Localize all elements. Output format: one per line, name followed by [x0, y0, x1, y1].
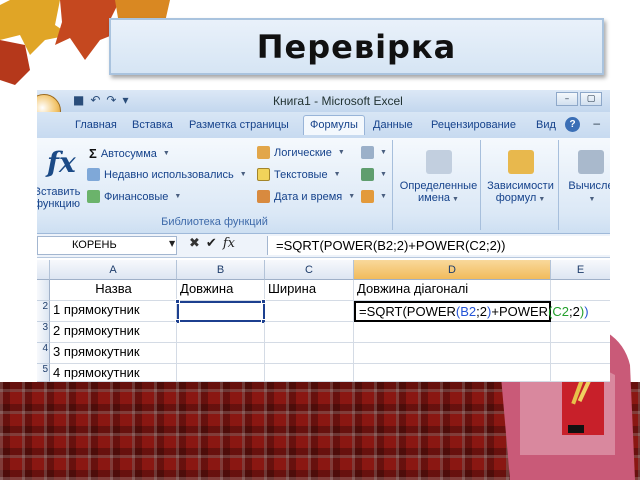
cell-c3[interactable]	[265, 322, 354, 343]
save-icon[interactable]: ■	[73, 93, 84, 107]
column-header-e[interactable]: E	[551, 260, 610, 280]
cell-b2-referenced[interactable]	[177, 301, 265, 322]
cell-c4[interactable]	[265, 343, 354, 364]
row-header-2[interactable]: 2	[37, 301, 50, 322]
maximize-button[interactable]: ▢	[580, 92, 602, 106]
enter-icon[interactable]: ✔	[206, 236, 217, 251]
defined-names-button[interactable]: Определенные имена ▼	[397, 140, 481, 230]
column-header-d[interactable]: D	[354, 260, 551, 280]
cell-e4[interactable]	[551, 343, 610, 364]
help-icon[interactable]: ?	[565, 117, 580, 132]
math-button[interactable]: ▼	[361, 168, 387, 181]
financial-button[interactable]: Финансовые ▼	[87, 190, 181, 203]
calendar-icon	[257, 190, 270, 203]
row-header-3[interactable]: 3	[37, 322, 50, 343]
selection-handle[interactable]	[175, 299, 180, 304]
cell-b4[interactable]	[177, 343, 265, 364]
row-header-4[interactable]: 4	[37, 343, 50, 364]
cell-e1[interactable]	[551, 280, 610, 301]
spreadsheet-grid: A B C D E Назва Довжина Ширина Довжина д…	[37, 260, 610, 382]
formula-auditing-button[interactable]: Зависимости формул ▼	[483, 140, 559, 230]
cell-b5[interactable]	[177, 364, 265, 382]
function-library-group: fx Вставить функцию Σ Автосумма ▼ Недавно…	[37, 140, 393, 230]
tab-insert[interactable]: Вставка	[132, 119, 173, 131]
title-bar: ■ ↶ ↷ ▾ Книга1 - Microsoft Excel – ▢	[37, 90, 610, 128]
more-functions-button[interactable]: ▼	[361, 190, 387, 203]
cell-e5[interactable]	[551, 364, 610, 382]
slide-title: Перевірка	[256, 27, 457, 66]
name-box[interactable]: КОРЕНЬ	[37, 236, 177, 255]
customize-qat-icon[interactable]: ▾	[122, 93, 128, 107]
column-header-b[interactable]: B	[177, 260, 265, 280]
text-icon	[257, 168, 270, 181]
autosum-button[interactable]: Σ Автосумма ▼	[89, 146, 170, 161]
cell-d1[interactable]: Довжина діагоналі	[354, 280, 551, 301]
cell-d5[interactable]	[354, 364, 551, 382]
column-header-a[interactable]: A	[50, 260, 177, 280]
tab-view[interactable]: Вид	[536, 119, 556, 131]
cell-c2[interactable]	[265, 301, 354, 322]
column-header-c[interactable]: C	[265, 260, 354, 280]
text-button[interactable]: Текстовые ▼	[257, 168, 341, 181]
cell-a2[interactable]: 1 прямокутник	[50, 301, 177, 322]
undo-icon[interactable]: ↶	[90, 93, 100, 107]
excel-window: ■ ↶ ↷ ▾ Книга1 - Microsoft Excel – ▢ Гла…	[37, 90, 610, 382]
formula-auditing-icon	[507, 150, 534, 174]
cell-d2-editing[interactable]: =SQRT(POWER(B2;2)+POWER(C2;2))	[354, 301, 589, 322]
cell-b1[interactable]: Довжина	[177, 280, 265, 301]
date-time-button[interactable]: Дата и время ▼	[257, 190, 355, 203]
row-header-5[interactable]: 5	[37, 364, 50, 382]
fx-icon[interactable]: fx	[223, 236, 235, 251]
recently-used-button[interactable]: Недавно использовались ▼	[87, 168, 247, 181]
lookup-icon	[361, 146, 374, 159]
name-box-dropdown-icon[interactable]: ▼	[169, 239, 175, 248]
slide-title-box: Перевірка	[109, 18, 604, 75]
tab-home[interactable]: Главная	[75, 119, 117, 131]
cell-a1[interactable]: Назва	[50, 280, 177, 301]
tab-data[interactable]: Данные	[373, 119, 413, 131]
formula-bar: КОРЕНЬ ▼ ✖ ✔ fx =SQRT(POWER(B2;2)+POWER(…	[37, 234, 610, 258]
defined-names-icon	[425, 150, 452, 174]
calculator-icon	[578, 150, 604, 174]
select-all-corner[interactable]	[37, 260, 50, 280]
finance-icon	[87, 190, 100, 203]
ribbon: fx Вставить функцию Σ Автосумма ▼ Недавно…	[37, 138, 610, 234]
row-header-1[interactable]	[37, 280, 50, 301]
cell-a5[interactable]: 4 прямокутник	[50, 364, 177, 382]
cell-e3[interactable]	[551, 322, 610, 343]
lookup-button[interactable]: ▼	[361, 146, 387, 159]
quick-access-toolbar: ■ ↶ ↷ ▾	[73, 93, 129, 107]
redo-icon[interactable]: ↷	[106, 93, 116, 107]
cell-b3[interactable]	[177, 322, 265, 343]
math-icon	[361, 168, 374, 181]
cell-a3[interactable]: 2 прямокутник	[50, 322, 177, 343]
more-functions-icon	[361, 190, 374, 203]
insert-function-icon[interactable]: fx	[47, 146, 76, 179]
logical-icon	[257, 146, 270, 159]
cell-d4[interactable]	[354, 343, 551, 364]
window-controls: – ▢	[556, 92, 602, 106]
window-title: Книга1 - Microsoft Excel	[273, 94, 403, 108]
cell-c1[interactable]: Ширина	[265, 280, 354, 301]
cancel-icon[interactable]: ✖	[189, 236, 200, 251]
cell-d3[interactable]	[354, 322, 551, 343]
calculation-button[interactable]: Вычисле ▼	[561, 140, 610, 230]
logical-button[interactable]: Логические ▼	[257, 146, 345, 159]
tab-formulas[interactable]: Формулы	[303, 115, 365, 135]
formula-buttons: ✖ ✔ fx	[189, 236, 235, 251]
recent-icon	[87, 168, 100, 181]
minimize-ribbon-icon[interactable]: –	[593, 116, 600, 130]
sigma-icon: Σ	[89, 146, 97, 161]
tab-page-layout[interactable]: Разметка страницы	[189, 119, 289, 131]
insert-function-button[interactable]: Вставить функцию	[37, 186, 85, 210]
function-library-label: Библиотека функций	[161, 216, 268, 228]
tab-review[interactable]: Рецензирование	[431, 119, 516, 131]
minimize-button[interactable]: –	[556, 92, 578, 106]
cell-c5[interactable]	[265, 364, 354, 382]
formula-input[interactable]: =SQRT(POWER(B2;2)+POWER(C2;2))	[267, 236, 610, 255]
cell-a4[interactable]: 3 прямокутник	[50, 343, 177, 364]
ribbon-tabs: Главная Вставка Разметка страницы Формул…	[37, 112, 610, 138]
